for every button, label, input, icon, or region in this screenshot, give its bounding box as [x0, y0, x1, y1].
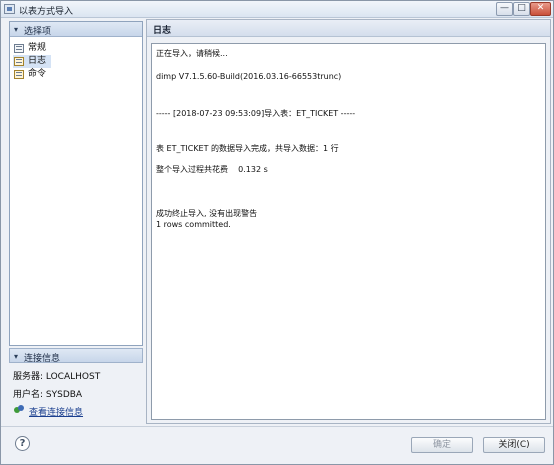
log-line: 1 rows committed. [156, 220, 231, 229]
log-line: 正在导入，请稍候... [156, 49, 228, 58]
connection-icon [14, 405, 24, 414]
log-title: 日志 [153, 26, 172, 36]
log-line: 整个导入过程共花费 0.132 s [156, 165, 268, 174]
minimize-button[interactable]: — [496, 2, 513, 16]
footer-bar: ? 确定 关闭(C) [1, 426, 553, 464]
log-line: 表 ET_TICKET 的数据导入完成，共导入数据：1 行 [156, 144, 339, 153]
tree-item-command[interactable]: 命令 [13, 68, 139, 81]
tree-item-general[interactable]: 常规 [13, 42, 139, 55]
connection-header[interactable]: ▾ 连接信息 [9, 348, 143, 364]
options-tree: 常规 日志 命令 [13, 42, 139, 81]
log-line: 成功终止导入, 没有出现警告 [156, 209, 258, 218]
tree-item-label: 命令 [28, 69, 47, 79]
connection-title: 连接信息 [24, 354, 61, 364]
user-info: 用户名: SYSDBA [13, 390, 83, 400]
title-bar: 以表方式导入 — □ ✕ [1, 1, 553, 18]
pencil-icon [14, 57, 24, 66]
log-line: dimp V7.1.5.60-Build(2016.03.16-66553tru… [156, 72, 342, 81]
pencil-icon [14, 70, 24, 79]
log-line: ----- [2018-07-23 09:53:09]导入表：ET_TICKET… [156, 109, 356, 118]
options-panel: ▾ 选择项 常规 日志 命令 [9, 21, 143, 346]
log-panel: 日志 正在导入，请稍候... dimp V7.1.5.60-Build(2016… [146, 19, 551, 424]
collapse-icon[interactable]: ▾ [14, 25, 18, 34]
close-window-button[interactable]: ✕ [530, 2, 551, 16]
document-icon [14, 44, 24, 53]
close-button[interactable]: 关闭(C) [483, 437, 545, 453]
log-output[interactable]: 正在导入，请稍候... dimp V7.1.5.60-Build(2016.03… [151, 43, 546, 420]
window-title: 以表方式导入 [19, 7, 74, 17]
confirm-button[interactable]: 确定 [411, 437, 473, 453]
maximize-button[interactable]: □ [513, 2, 530, 16]
log-header: 日志 [147, 20, 550, 37]
options-title: 选择项 [24, 27, 52, 37]
tree-item-log[interactable]: 日志 [13, 55, 51, 68]
tree-item-label: 日志 [28, 56, 47, 66]
help-icon[interactable]: ? [15, 436, 30, 451]
app-icon [4, 4, 15, 14]
connection-panel: ▾ 连接信息 服务器: LOCALHOST 用户名: SYSDBA 查看连接信息 [9, 346, 143, 422]
collapse-icon[interactable]: ▾ [14, 352, 18, 361]
options-header[interactable]: ▾ 选择项 [10, 22, 142, 37]
tree-item-label: 常规 [28, 43, 47, 53]
view-connection-link[interactable]: 查看连接信息 [29, 405, 83, 418]
server-info: 服务器: LOCALHOST [13, 372, 101, 382]
import-dialog: 以表方式导入 — □ ✕ ▾ 选择项 常规 日志 命令 ▾ 连接信息 服务器: … [0, 0, 554, 465]
